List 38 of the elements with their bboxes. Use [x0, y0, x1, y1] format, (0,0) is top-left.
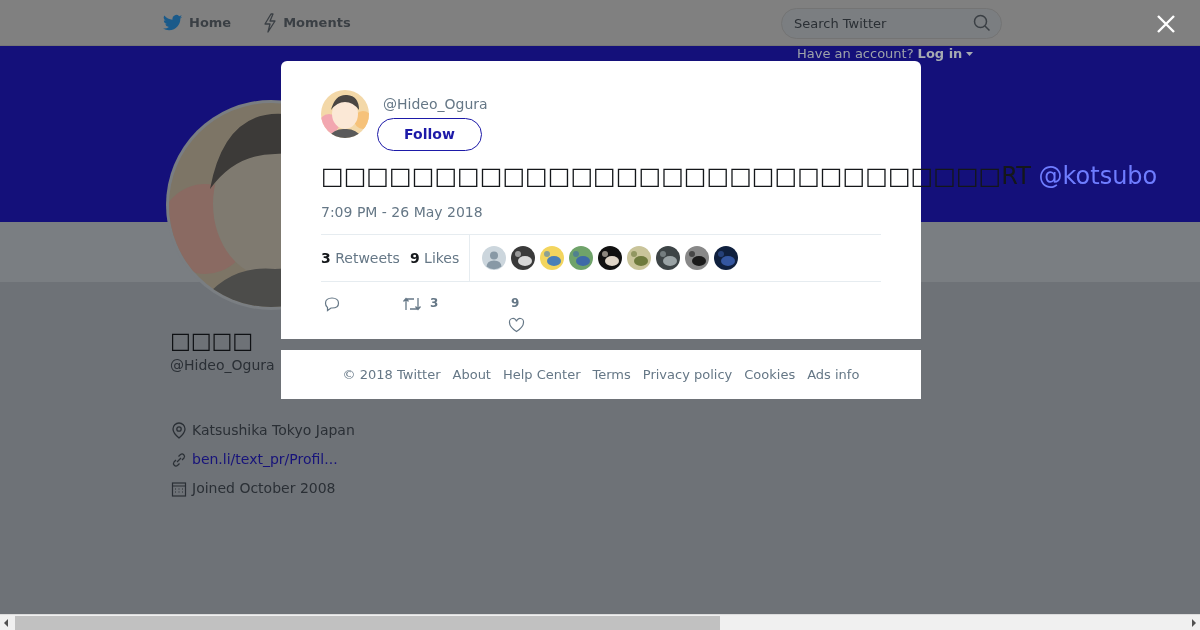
follow-button[interactable]: Follow [377, 118, 482, 151]
close-icon [1155, 13, 1177, 35]
close-button[interactable] [1155, 13, 1177, 35]
footer-link[interactable]: Ads info [807, 364, 860, 385]
heart-icon[interactable] [508, 317, 525, 333]
search-field[interactable]: Search Twitter [781, 8, 1002, 39]
caret-icon [966, 51, 974, 56]
stat-link[interactable]: 9 Likes [409, 247, 460, 269]
nav-link[interactable]: Home [163, 12, 232, 33]
stat-link[interactable]: 3 Retweets [321, 247, 400, 269]
bird-icon [163, 13, 183, 32]
nav-link[interactable]: Moments [263, 12, 351, 33]
retweet-icon[interactable] [402, 295, 422, 313]
footer-link[interactable]: Help Center [502, 364, 581, 385]
location-text: Katsushika Tokyo Japan [192, 421, 355, 440]
profile-name: □□□□ [170, 327, 254, 355]
link-icon [170, 450, 188, 469]
retweet-count: 3 [430, 295, 439, 312]
footer-link[interactable]: Privacy policy [642, 364, 733, 385]
footer-link[interactable]: Terms [592, 364, 631, 385]
reply-icon[interactable] [324, 296, 340, 312]
horizontal-scrollbar[interactable] [0, 614, 1200, 630]
footer-link[interactable]: Cookies [744, 364, 796, 385]
profile-handle: @Hideo_Ogura [170, 356, 275, 375]
tweet-timestamp: 7:09 PM - 26 May 2018 [321, 203, 484, 222]
profile-link[interactable]: ben.li/text_pr/Profil... [192, 449, 338, 470]
lightning-icon [263, 12, 278, 33]
login-link[interactable]: Log in [917, 44, 974, 64]
mention-link[interactable]: @kotsubo [1038, 162, 1158, 190]
like-count: 9 [511, 295, 520, 312]
tweet-handle: @Hideo_Ogura [383, 95, 488, 114]
footer-link[interactable]: About [452, 364, 491, 385]
account-prompt-text: Have an account? [797, 45, 914, 63]
joined-date: Joined October 2008 [192, 479, 336, 498]
location-pin-icon [170, 421, 188, 440]
search-icon [973, 14, 991, 32]
copyright-text: © 2018 Twitter [342, 365, 441, 384]
calendar-icon [170, 479, 188, 498]
